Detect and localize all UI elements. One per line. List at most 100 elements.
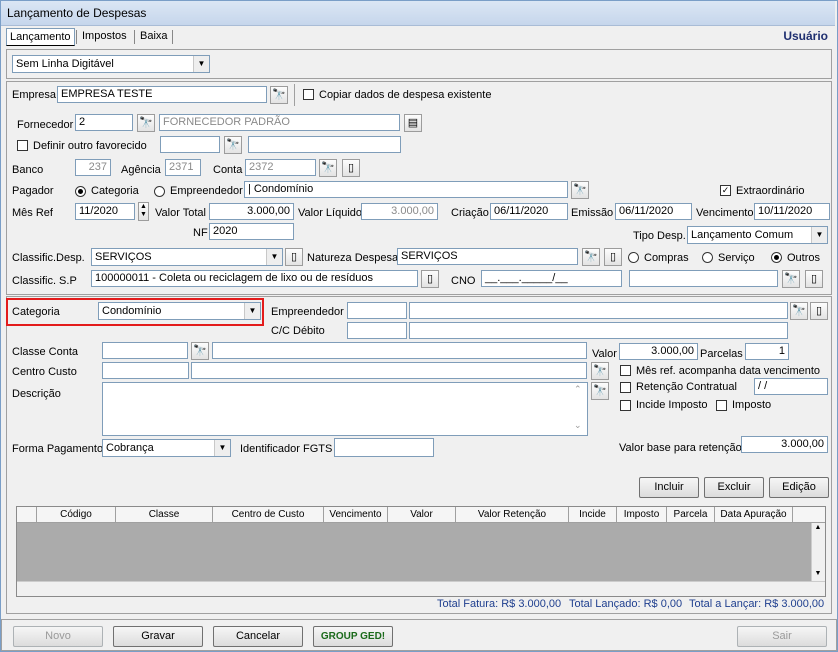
valor-base-input[interactable]: 3.000,00: [741, 436, 828, 453]
document-icon[interactable]: ▯: [421, 270, 439, 288]
items-grid[interactable]: Código Classe Centro de Custo Vencimento…: [16, 506, 826, 597]
cc-debito-name-input[interactable]: [409, 322, 788, 339]
empreendedor-code-input[interactable]: [347, 302, 407, 319]
binoculars-icon[interactable]: 🔭: [319, 159, 337, 177]
sair-button[interactable]: Sair: [737, 626, 827, 647]
spinner-icon[interactable]: ▲ ▼: [138, 202, 149, 221]
tipo-desp-select[interactable]: Lançamento Comum ▼: [687, 226, 828, 244]
binoculars-icon[interactable]: 🔭: [270, 86, 288, 104]
pagador-input[interactable]: | Condomínio: [244, 181, 568, 198]
cc-debito-code-input[interactable]: [347, 322, 407, 339]
agencia-input[interactable]: 2371: [165, 159, 201, 176]
binoculars-icon[interactable]: 🔭: [591, 362, 609, 380]
binoculars-icon[interactable]: 🔭: [224, 136, 242, 154]
classif-desp-select[interactable]: SERVIÇOS ▼: [91, 248, 283, 266]
empreendedor-name-input[interactable]: [409, 302, 788, 319]
grid-col-classe[interactable]: Classe: [116, 507, 213, 522]
edicao-button[interactable]: Edição: [769, 477, 829, 498]
copy-checkbox[interactable]: [303, 89, 314, 100]
document-icon[interactable]: ▯: [805, 270, 823, 288]
document-icon[interactable]: ▯: [604, 248, 622, 266]
binoculars-icon[interactable]: 🔭: [191, 342, 209, 360]
grid-horizontal-scrollbar[interactable]: [17, 581, 825, 596]
criacao-input[interactable]: 06/11/2020: [490, 203, 568, 220]
window-title: Lançamento de Despesas: [7, 6, 147, 20]
fgts-input[interactable]: [334, 438, 434, 457]
valor-input[interactable]: 3.000,00: [619, 343, 698, 360]
banco-input[interactable]: 237: [75, 159, 111, 176]
classif-sp-label: Classific. S.P: [12, 275, 77, 287]
parcelas-input[interactable]: 1: [745, 343, 789, 360]
compras-radio[interactable]: [628, 252, 639, 263]
descricao-textarea[interactable]: [102, 382, 588, 436]
scroll-down-icon[interactable]: ▼: [812, 570, 824, 577]
incide-imposto-checkbox[interactable]: [620, 400, 631, 411]
form-icon[interactable]: ▤: [404, 114, 422, 132]
valor-total-input[interactable]: 3.000,00: [209, 203, 294, 220]
pagador-empreendedor-radio[interactable]: [154, 186, 165, 197]
classe-conta-name-input[interactable]: [212, 342, 587, 359]
grid-col-imposto[interactable]: Imposto: [617, 507, 667, 522]
retencao-date-input[interactable]: / /: [754, 378, 828, 395]
vencimento-input[interactable]: 10/11/2020: [754, 203, 830, 220]
agencia-label: Agência: [121, 164, 161, 176]
forma-pagamento-select[interactable]: Cobrança ▼: [102, 439, 231, 457]
group-ged-button[interactable]: GROUP GED!: [313, 626, 393, 647]
binoculars-icon[interactable]: 🔭: [790, 302, 808, 320]
tab-lancamento[interactable]: Lançamento: [6, 28, 75, 46]
mes-ref-input[interactable]: 11/2020: [75, 203, 135, 220]
imposto-checkbox[interactable]: [716, 400, 727, 411]
cno-input[interactable]: __.___._____/__: [481, 270, 622, 287]
binoculars-icon[interactable]: 🔭: [571, 181, 589, 199]
grid-col-codigo[interactable]: Código: [37, 507, 116, 522]
binoculars-icon[interactable]: 🔭: [137, 114, 155, 132]
scroll-up-icon[interactable]: ▲: [812, 524, 824, 531]
categoria-select[interactable]: Condomínio ▼: [98, 302, 261, 320]
centro-custo-code-input[interactable]: [102, 362, 189, 379]
cno-name-input[interactable]: [629, 270, 778, 287]
fornecedor-code-input[interactable]: 2: [75, 114, 133, 131]
pagador-categoria-radio[interactable]: [75, 186, 86, 197]
favorecido-checkbox[interactable]: [17, 140, 28, 151]
classif-sp-input[interactable]: 100000011 - Coleta ou reciclagem de lixo…: [91, 270, 418, 287]
document-icon[interactable]: ▯: [810, 302, 828, 320]
emissao-input[interactable]: 06/11/2020: [615, 203, 692, 220]
grid-col-vencimento[interactable]: Vencimento: [324, 507, 388, 522]
binoculars-icon[interactable]: 🔭: [782, 270, 800, 288]
conta-input[interactable]: 2372: [245, 159, 316, 176]
servico-radio[interactable]: [702, 252, 713, 263]
mes-ref-venc-checkbox[interactable]: [620, 365, 631, 376]
extraordinario-checkbox[interactable]: ✓: [720, 185, 731, 196]
favorecido-name-input[interactable]: [248, 136, 401, 153]
favorecido-code-input[interactable]: [160, 136, 220, 153]
document-icon[interactable]: ▯: [285, 248, 303, 266]
grid-col-valor[interactable]: Valor: [388, 507, 456, 522]
nf-input[interactable]: 2020: [209, 223, 294, 240]
classe-conta-code-input[interactable]: [102, 342, 188, 359]
document-icon[interactable]: ▯: [342, 159, 360, 177]
outros-radio[interactable]: [771, 252, 782, 263]
tab-baixa[interactable]: Baixa: [137, 28, 171, 44]
chevron-down-icon[interactable]: ⌄: [574, 420, 582, 431]
grid-col-valor-retencao[interactable]: Valor Retenção: [456, 507, 569, 522]
excluir-button[interactable]: Excluir: [704, 477, 764, 498]
grid-col-data-apuracao[interactable]: Data Apuração: [715, 507, 793, 522]
grid-col-parcela[interactable]: Parcela: [667, 507, 715, 522]
grid-col-incide[interactable]: Incide: [569, 507, 617, 522]
tab-impostos[interactable]: Impostos: [79, 28, 130, 44]
imposto-label: Imposto: [732, 399, 772, 411]
chevron-up-icon[interactable]: ⌃: [574, 384, 582, 395]
empresa-input[interactable]: EMPRESA TESTE: [57, 86, 267, 103]
centro-custo-name-input[interactable]: [191, 362, 587, 379]
linha-digitavel-select[interactable]: Sem Linha Digitável ▼: [12, 55, 210, 73]
cancelar-button[interactable]: Cancelar: [213, 626, 303, 647]
retencao-checkbox[interactable]: [620, 382, 631, 393]
binoculars-icon[interactable]: 🔭: [582, 248, 600, 266]
natureza-input[interactable]: SERVIÇOS: [397, 248, 578, 265]
gravar-button[interactable]: Gravar: [113, 626, 203, 647]
binoculars-icon[interactable]: 🔭: [591, 382, 609, 400]
user-label[interactable]: Usuário: [783, 29, 828, 43]
novo-button[interactable]: Novo: [13, 626, 103, 647]
incluir-button[interactable]: Incluir: [639, 477, 699, 498]
grid-col-centro-custo[interactable]: Centro de Custo: [213, 507, 324, 522]
